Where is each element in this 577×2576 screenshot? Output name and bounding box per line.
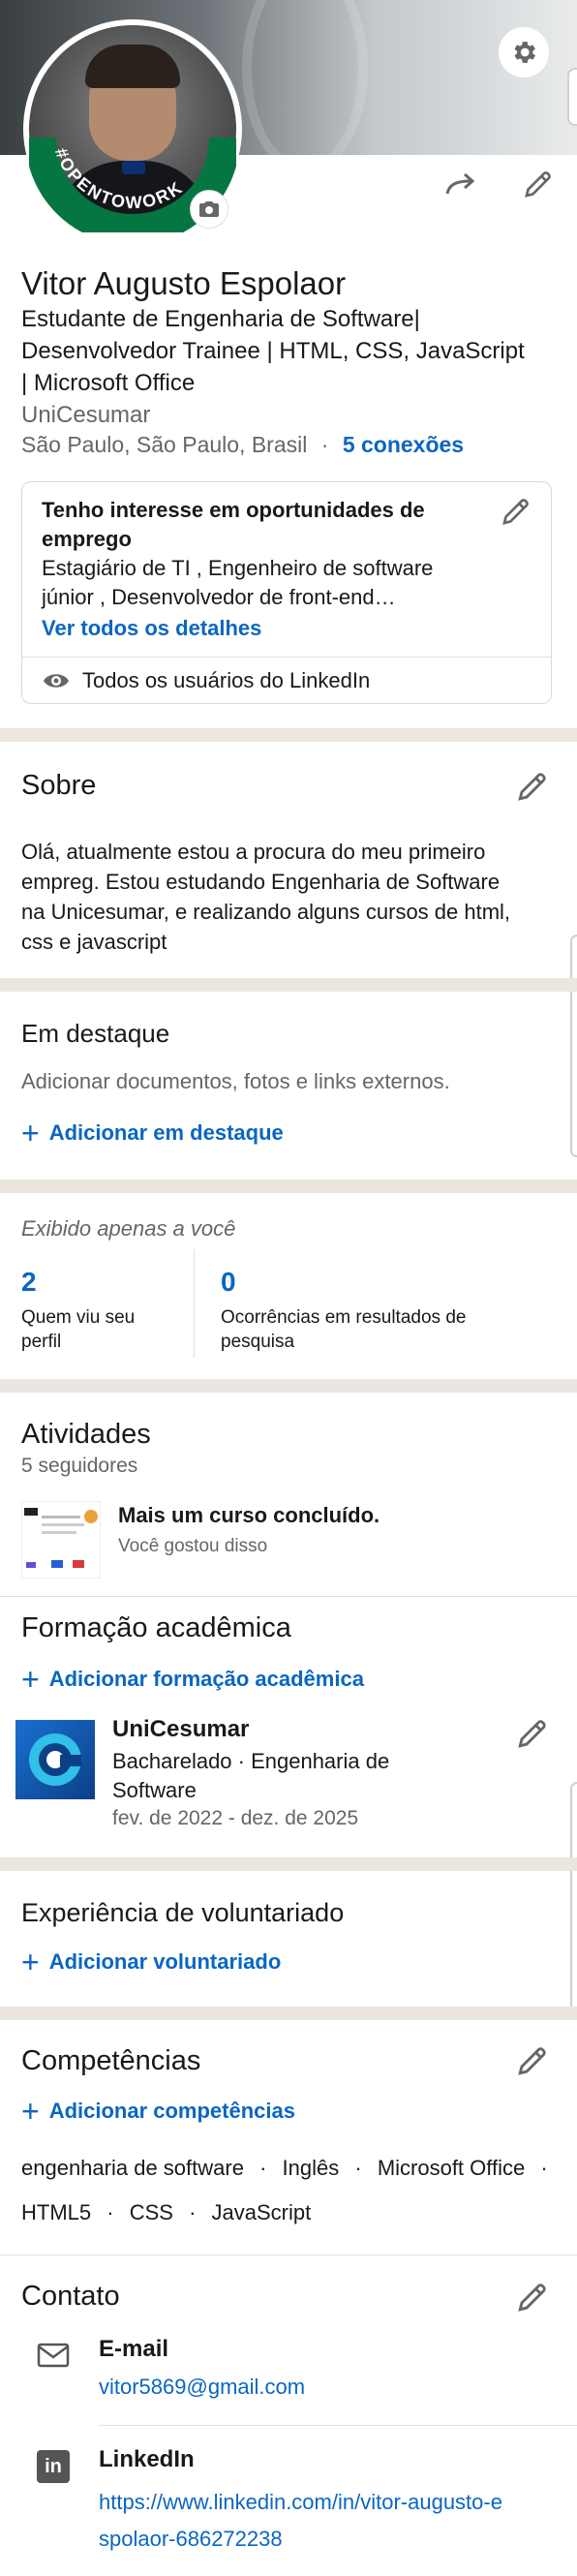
activity-post-title: Mais um curso concluído. bbox=[118, 1503, 380, 1527]
edit-skills-pencil-icon[interactable] bbox=[513, 2041, 552, 2080]
add-volunteer-label: Adicionar voluntariado bbox=[48, 1949, 282, 1974]
open-to-work-card[interactable]: Tenho interesse em oportunidades de empr… bbox=[21, 481, 552, 704]
skill-separator: · bbox=[259, 2156, 267, 2180]
volunteer-title: Experiência de voluntariado bbox=[21, 1898, 345, 1927]
skill-chip[interactable]: Inglês bbox=[283, 2156, 340, 2180]
connections-link[interactable]: 5 conexões bbox=[343, 432, 464, 457]
about-title: Sobre bbox=[21, 770, 97, 801]
linkedin-icon: in bbox=[37, 2450, 70, 2483]
profile-headline-line-2: Desenvolvedor Trainee | HTML, CSS, JavaS… bbox=[21, 338, 525, 364]
add-volunteer-button[interactable]: + Adicionar voluntariado bbox=[21, 1947, 281, 1978]
about-line: css e javascript bbox=[21, 930, 167, 954]
profile-views-value: 2 bbox=[21, 1267, 37, 1297]
profile-location: São Paulo, São Paulo, Brasil bbox=[21, 432, 308, 457]
search-appearances-stat[interactable]: 0 Ocorrências em resultados de pesquisa bbox=[221, 1267, 540, 1354]
featured-title: Em destaque bbox=[21, 1019, 170, 1048]
contact-linkedin-url-2[interactable]: spolaor-686272238 bbox=[99, 2522, 283, 2557]
skills-row: HTML5 · CSS · JavaScript bbox=[21, 2200, 311, 2225]
profile-headline-line-3: | Microsoft Office bbox=[21, 370, 196, 396]
education-dates: fev. de 2022 - dez. de 2025 bbox=[112, 1807, 359, 1829]
profile-headline-line-1: Estudante de Engenharia de Software| bbox=[21, 306, 420, 332]
add-featured-button[interactable]: + Adicionar em destaque bbox=[21, 1118, 284, 1149]
about-text: Olá, atualmente estou a procura do meu p… bbox=[21, 837, 510, 957]
edit-open-to-work-pencil-icon[interactable] bbox=[497, 492, 535, 531]
contact-linkedin-url-1[interactable]: https://www.linkedin.com/in/vitor-august… bbox=[99, 2485, 502, 2520]
mail-icon bbox=[37, 2342, 70, 2369]
add-skills-button[interactable]: + Adicionar competências bbox=[21, 2096, 295, 2127]
school-logo bbox=[15, 1720, 95, 1799]
open-to-work-roles-1: Estagiário de TI , Engenheiro de softwar… bbox=[42, 556, 434, 580]
add-education-button[interactable]: + Adicionar formação acadêmica bbox=[21, 1664, 364, 1695]
scroll-handle[interactable] bbox=[570, 935, 577, 1157]
profile-views-label-2: perfil bbox=[21, 1332, 62, 1352]
search-appearances-label-1: Ocorrências em resultados de bbox=[221, 1307, 467, 1328]
skill-chip[interactable]: JavaScript bbox=[212, 2200, 312, 2224]
scroll-handle[interactable] bbox=[570, 1782, 577, 2014]
activity-followers: 5 seguidores bbox=[21, 1455, 138, 1477]
about-line: empreg. Estou estudando Engenharia de So… bbox=[21, 870, 501, 894]
plus-icon: + bbox=[21, 1945, 40, 1979]
activity-title: Atividades bbox=[21, 1419, 151, 1450]
add-skills-label: Adicionar competências bbox=[48, 2099, 295, 2123]
plus-icon: + bbox=[21, 1662, 40, 1697]
featured-description: Adicionar documentos, fotos e links exte… bbox=[21, 1069, 450, 1093]
skill-chip[interactable]: Microsoft Office bbox=[378, 2156, 525, 2180]
plus-icon: + bbox=[21, 2094, 40, 2129]
activity-post-subtitle: Você gostou disso bbox=[118, 1536, 268, 1556]
search-appearances-value: 0 bbox=[221, 1267, 236, 1297]
activity-post[interactable]: Mais um curso concluído. Você gostou dis… bbox=[21, 1499, 563, 1579]
add-featured-label: Adicionar em destaque bbox=[48, 1120, 284, 1145]
search-appearances-label-2: pesquisa bbox=[221, 1332, 295, 1352]
location-separator: · bbox=[320, 432, 329, 457]
camera-icon[interactable] bbox=[190, 190, 228, 229]
see-all-details-link[interactable]: Ver todos os detalhes bbox=[42, 614, 261, 643]
education-degree-2: Software bbox=[112, 1778, 197, 1802]
edit-about-pencil-icon[interactable] bbox=[513, 767, 552, 806]
about-line: na Unicesumar, e realizando alguns curso… bbox=[21, 900, 511, 924]
share-icon[interactable] bbox=[441, 167, 480, 205]
contact-title: Contato bbox=[21, 2281, 120, 2312]
education-school: UniCesumar bbox=[112, 1716, 250, 1742]
profile-views-label-1: Quem viu seu bbox=[21, 1307, 136, 1328]
open-to-work-roles-2: júnior , Desenvolvedor de front-end… bbox=[42, 585, 396, 609]
skill-chip[interactable]: engenharia de software bbox=[21, 2156, 244, 2180]
profile-school[interactable]: UniCesumar bbox=[21, 399, 150, 431]
contact-email-label: E-mail bbox=[99, 2336, 169, 2362]
about-line: Olá, atualmente estou a procura do meu p… bbox=[21, 840, 486, 864]
analytics-visibility-note: Exibido apenas a você bbox=[21, 1216, 236, 1241]
skill-separator: · bbox=[540, 2156, 548, 2180]
skill-separator: · bbox=[106, 2200, 114, 2224]
plus-icon: + bbox=[21, 1116, 40, 1150]
edit-intro-pencil-icon[interactable] bbox=[519, 165, 558, 203]
edit-contact-pencil-icon[interactable] bbox=[513, 2278, 552, 2316]
contact-email-value[interactable]: vitor5869@gmail.com bbox=[99, 2375, 305, 2400]
edit-education-pencil-icon[interactable] bbox=[513, 1714, 552, 1753]
scroll-handle[interactable] bbox=[567, 68, 577, 126]
profile-views-stat[interactable]: 2 Quem viu seu perfil bbox=[21, 1267, 186, 1354]
contact-linkedin-label: LinkedIn bbox=[99, 2446, 195, 2472]
education-title: Formação acadêmica bbox=[21, 1612, 291, 1643]
activity-post-thumbnail bbox=[21, 1501, 101, 1579]
open-to-work-title-2: emprego bbox=[42, 527, 132, 551]
profile-location-row: São Paulo, São Paulo, Brasil · 5 conexõe… bbox=[21, 429, 464, 461]
skills-title: Competências bbox=[21, 2045, 201, 2076]
eye-icon bbox=[42, 668, 71, 693]
settings-gear-icon[interactable] bbox=[499, 27, 549, 77]
profile-name: Vitor Augusto Espolaor bbox=[21, 265, 347, 301]
education-degree-1: Bacharelado · Engenharia de bbox=[112, 1749, 390, 1773]
skill-chip[interactable]: HTML5 bbox=[21, 2200, 91, 2224]
open-to-work-visibility: Todos os usuários do LinkedIn bbox=[82, 668, 371, 692]
open-to-work-title-1: Tenho interesse em oportunidades de bbox=[42, 498, 425, 522]
skill-separator: · bbox=[189, 2200, 197, 2224]
education-entry[interactable]: UniCesumar Bacharelado · Engenharia de S… bbox=[14, 1714, 556, 1830]
skills-row: engenharia de software · Inglês · Micros… bbox=[21, 2156, 548, 2181]
skill-chip[interactable]: CSS bbox=[130, 2200, 173, 2224]
skill-separator: · bbox=[354, 2156, 362, 2180]
add-education-label: Adicionar formação acadêmica bbox=[48, 1667, 364, 1691]
